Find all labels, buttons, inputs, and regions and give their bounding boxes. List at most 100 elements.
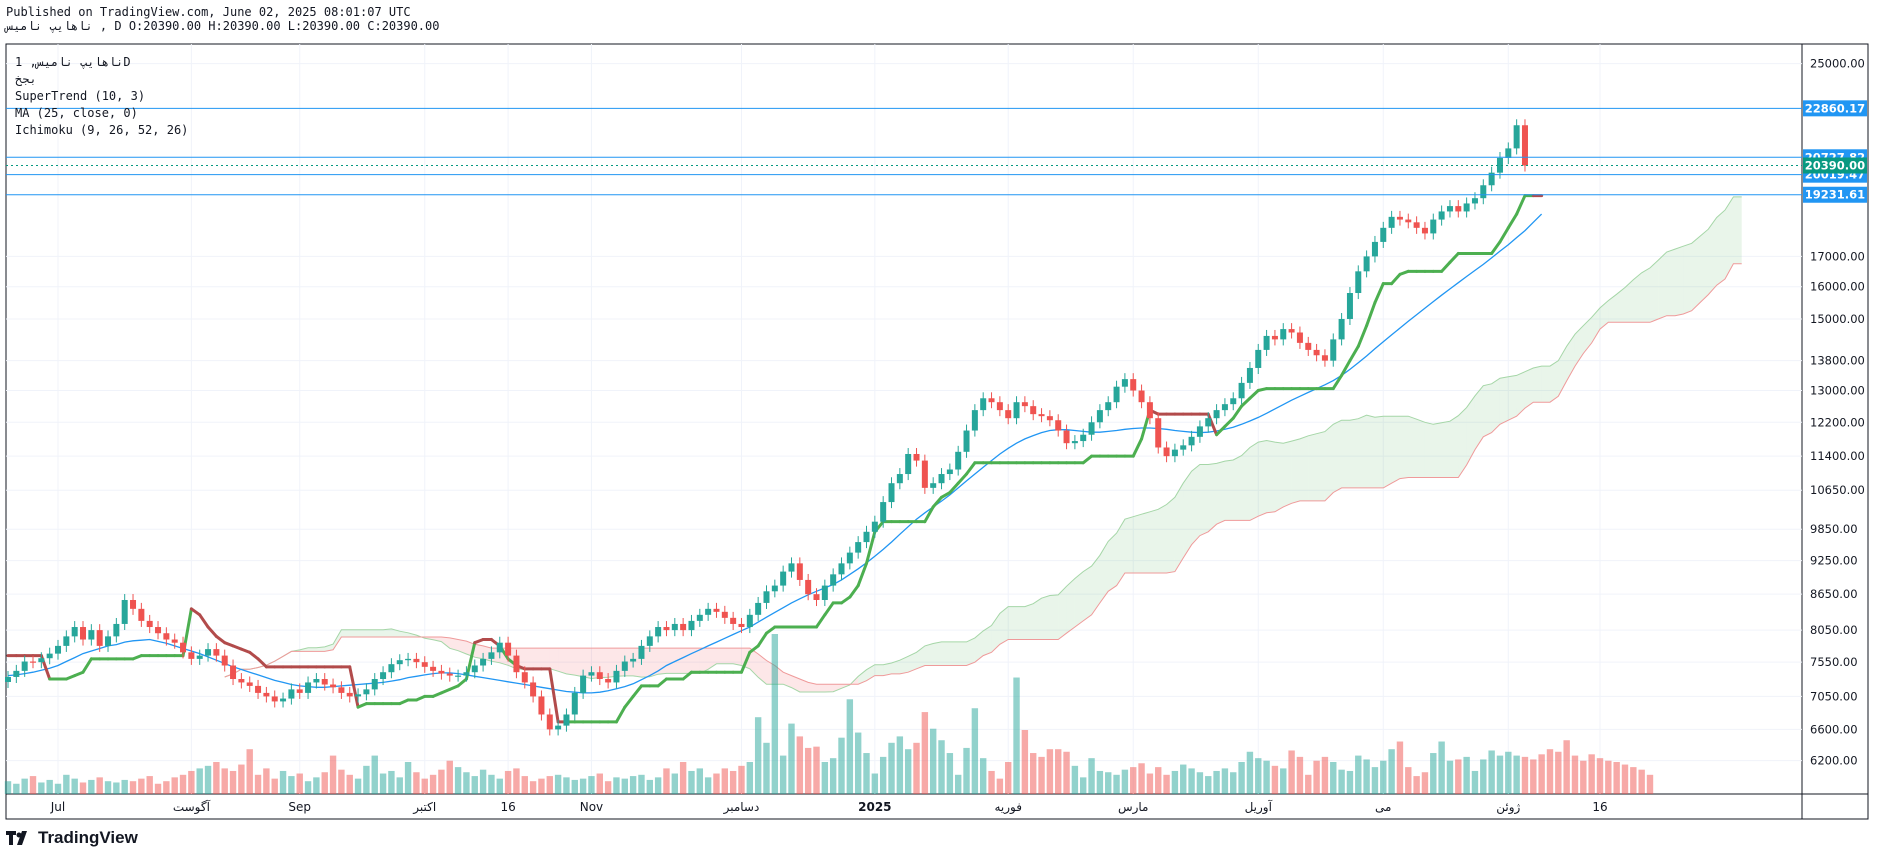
volume-bar — [1471, 770, 1479, 794]
volume-bar — [946, 753, 954, 794]
volume-bar — [1063, 751, 1070, 794]
candle-body — [888, 483, 895, 503]
candle-body — [963, 430, 970, 452]
candle-body — [738, 623, 745, 628]
volume-bar — [821, 762, 829, 794]
candle-body — [955, 451, 962, 470]
volume-bar — [129, 781, 137, 794]
volume-bar — [1163, 774, 1170, 794]
supertrend-segment — [631, 684, 643, 698]
brand-footer[interactable]: TradingView — [6, 828, 138, 848]
volume-bar — [896, 736, 904, 794]
candle-body — [1355, 271, 1362, 294]
volume-bar — [538, 778, 545, 794]
tradingview-logo-icon — [6, 831, 27, 845]
cloud-segment — [1083, 566, 1092, 621]
volume-bar — [504, 770, 512, 794]
candle-body — [880, 502, 887, 522]
cloud-segment — [1366, 415, 1375, 488]
candle-body — [1013, 402, 1020, 419]
supertrend-segment — [823, 601, 835, 617]
supertrend-segment — [1240, 396, 1252, 408]
candle-body — [713, 608, 720, 612]
volume-bar — [154, 783, 162, 794]
legend-ichimoku[interactable]: Ichimoku (9, 26, 52, 26) — [15, 122, 188, 139]
candle-body — [938, 474, 945, 484]
candle-body — [980, 398, 987, 411]
cloud-segment — [966, 637, 975, 666]
volume-bar — [1405, 767, 1412, 794]
volume-bar — [63, 774, 70, 794]
price-levels[interactable]: 22860.1720727.8220019.4719231.6120390.00 — [6, 100, 1867, 203]
cloud-segment — [1391, 416, 1400, 484]
volume-bar — [1513, 755, 1520, 794]
cloud-segment — [1158, 504, 1167, 573]
volume-bar — [1355, 755, 1362, 794]
volume-bar — [1130, 767, 1137, 794]
volume-bar — [1321, 756, 1329, 794]
volume-bar — [904, 749, 912, 794]
candle-body — [771, 585, 778, 592]
price-tick-label: 13000.00 — [1810, 384, 1865, 398]
cloud-segment — [1399, 416, 1409, 479]
cloud-segment — [958, 641, 967, 666]
cloud-segment — [1266, 440, 1275, 513]
cloud-segment — [533, 648, 542, 669]
supertrend-segment — [456, 677, 468, 688]
candle-body — [1238, 382, 1245, 399]
legend-ma[interactable]: MA (25, close, 0) — [15, 105, 188, 122]
candle-body — [680, 623, 687, 631]
candle-body — [463, 672, 470, 676]
volume-bar — [1030, 753, 1037, 794]
candle-body — [46, 653, 53, 659]
supertrend-segment — [1390, 272, 1402, 286]
cloud-segment — [1691, 236, 1701, 311]
cloud-segment — [1141, 511, 1150, 573]
volume-bar — [463, 772, 470, 794]
candle-body — [1388, 216, 1395, 228]
legend-market: بجخ — [15, 72, 37, 86]
time-tick-label: اکتبر — [412, 800, 436, 815]
volume-bar — [971, 708, 979, 794]
volume-bar — [696, 768, 704, 794]
candle-body — [405, 658, 412, 661]
volume-bar — [846, 699, 854, 794]
volume-bars — [4, 634, 1654, 794]
candle-body — [1271, 335, 1278, 340]
supertrend-segment — [965, 461, 977, 476]
volume-bar — [1246, 751, 1254, 794]
volume-bar — [204, 765, 212, 794]
volume-bar — [1388, 749, 1395, 794]
candle-body — [488, 652, 495, 659]
candle-body — [1513, 125, 1520, 149]
volume-bar — [1105, 772, 1112, 794]
chart-canvas[interactable]: 22860.1720727.8220019.4719231.6120390.00… — [0, 0, 1878, 858]
candle-body — [1205, 418, 1212, 427]
cloud-segment — [541, 648, 550, 669]
cloud-segment — [1666, 249, 1676, 316]
candle-body — [1188, 436, 1195, 446]
price-tick-label: 11400.00 — [1810, 449, 1865, 463]
ichimoku-span-a — [224, 196, 1742, 693]
volume-bar — [1530, 759, 1537, 794]
candle-body — [638, 645, 645, 659]
candle-body — [871, 521, 878, 532]
candle-body — [1063, 430, 1070, 444]
volume-bar — [171, 777, 178, 794]
time-axis[interactable]: Jul آگوست Sep اکتبر 16 Nov دسامبر 2025 فوریه مارس… — [50, 799, 1608, 815]
candle-body — [755, 602, 762, 615]
volume-bar — [613, 777, 620, 794]
cloud-segment — [1341, 420, 1350, 488]
volume-bar — [71, 778, 78, 794]
volume-bar — [188, 770, 195, 794]
volume-bar — [529, 781, 537, 794]
cloud-segment — [1733, 196, 1742, 264]
volume-bar — [488, 774, 495, 794]
volume-bar — [229, 770, 237, 794]
supertrend-segment — [814, 613, 827, 629]
candle-body — [238, 679, 245, 683]
cloud-segment — [1166, 497, 1175, 573]
volume-bar — [671, 773, 679, 794]
cloud-segment — [974, 630, 984, 663]
legend-supertrend[interactable]: SuperTrend (10, 3) — [15, 88, 188, 105]
